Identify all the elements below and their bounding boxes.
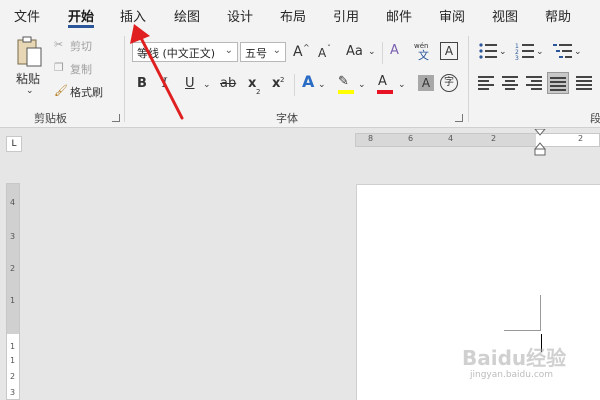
active-tab-indicator bbox=[68, 25, 94, 28]
font-launcher-icon[interactable] bbox=[455, 114, 463, 122]
chevron-down-icon: ⌄ bbox=[224, 45, 233, 56]
font-size-combo[interactable]: 五号 ⌄ bbox=[240, 42, 286, 62]
tab-view[interactable]: 视图 bbox=[492, 6, 518, 25]
bullets-icon[interactable] bbox=[478, 42, 498, 60]
cut-icon: ✂ bbox=[54, 38, 64, 51]
grow-font-button[interactable]: A bbox=[293, 44, 303, 60]
text-effects-button[interactable]: A bbox=[302, 74, 314, 90]
ruler-number: 2 bbox=[10, 264, 16, 273]
tab-references[interactable]: 引用 bbox=[333, 6, 359, 25]
font-size-value: 五号 bbox=[245, 47, 267, 60]
watermark-logo: Baidu经验 bbox=[462, 346, 567, 370]
tab-mailings[interactable]: 邮件 bbox=[386, 6, 412, 25]
chevron-down-icon: ⌄ bbox=[318, 80, 326, 90]
tab-layout[interactable]: 布局 bbox=[280, 6, 306, 25]
font-group-label: 字体 bbox=[276, 112, 298, 125]
font-name-value: 等线 (中文正文) bbox=[137, 47, 216, 60]
ruler-number: 2 bbox=[10, 372, 16, 381]
chevron-down-icon: ⌄ bbox=[203, 80, 211, 90]
ruler-number: 3 bbox=[10, 388, 16, 397]
font-subdivider bbox=[382, 42, 383, 64]
margin-corner-mark bbox=[504, 330, 541, 331]
ruler-number: 1 bbox=[10, 342, 16, 351]
cut-button[interactable]: 剪切 bbox=[70, 38, 92, 54]
tab-stop-selector[interactable]: L bbox=[6, 136, 22, 152]
highlight-color-swatch bbox=[338, 90, 354, 94]
ruler-number: 1 bbox=[10, 356, 16, 365]
format-painter-icon: 🖌 bbox=[54, 84, 68, 97]
justify-button[interactable] bbox=[547, 72, 569, 94]
chevron-down-icon: ⌄ bbox=[358, 80, 366, 90]
change-case-button[interactable]: Aa bbox=[346, 44, 363, 60]
numbering-icon[interactable]: 1 2 3 bbox=[515, 42, 535, 60]
font-color-button[interactable]: A bbox=[378, 74, 387, 90]
vertical-ruler[interactable]: 4 3 2 1 1 1 2 3 bbox=[6, 183, 20, 400]
watermark-url: jingyan.baidu.com bbox=[470, 370, 554, 380]
italic-button[interactable]: I bbox=[162, 76, 167, 92]
ruler-number: 2 bbox=[491, 134, 497, 143]
svg-text:3: 3 bbox=[515, 55, 519, 60]
superscript-mark: 2 bbox=[280, 76, 285, 84]
tab-home[interactable]: 开始 bbox=[68, 6, 94, 25]
font-subdivider bbox=[294, 74, 295, 96]
ruler-margin-area bbox=[356, 134, 536, 146]
ribbon: 粘贴 ⌄ ✂ 剪切 ❐ 复制 🖌 格式刷 剪贴板 等线 (中文正文) ⌄ 五号 … bbox=[0, 30, 600, 128]
paragraph-group-label: 段 bbox=[590, 112, 600, 125]
margin-corner-mark bbox=[540, 295, 541, 331]
tab-insert[interactable]: 插入 bbox=[120, 6, 146, 25]
align-left-icon[interactable] bbox=[478, 75, 496, 91]
ruler-number: 4 bbox=[10, 198, 16, 207]
distributed-icon[interactable] bbox=[576, 75, 594, 91]
chevron-down-icon: ⌄ bbox=[398, 80, 406, 90]
tab-help[interactable]: 帮助 bbox=[545, 6, 571, 25]
paste-dropdown-icon[interactable]: ⌄ bbox=[26, 86, 34, 96]
clipboard-group-label: 剪贴板 bbox=[34, 112, 67, 125]
phonetic-guide-button[interactable]: 文 bbox=[418, 48, 429, 64]
ruler-number: 1 bbox=[10, 296, 16, 305]
chevron-down-icon: ⌄ bbox=[499, 47, 507, 57]
ruler-number: 2 bbox=[578, 134, 584, 143]
ruler-number: 4 bbox=[448, 134, 454, 143]
horizontal-ruler[interactable]: 8 6 4 2 2 bbox=[355, 133, 600, 147]
chevron-down-icon: ⌄ bbox=[272, 45, 281, 56]
font-color-swatch bbox=[377, 90, 393, 94]
copy-button[interactable]: 复制 bbox=[70, 61, 92, 77]
character-shading-button[interactable]: A bbox=[418, 75, 434, 91]
strikethrough-button[interactable]: ab bbox=[220, 76, 236, 92]
group-divider bbox=[468, 36, 469, 122]
format-painter-button[interactable]: 格式刷 bbox=[70, 84, 103, 100]
ruler-number: 6 bbox=[408, 134, 414, 143]
multilevel-list-icon[interactable] bbox=[553, 42, 573, 60]
tab-review[interactable]: 审阅 bbox=[439, 6, 465, 25]
align-center-icon[interactable] bbox=[502, 75, 520, 91]
subscript-mark: 2 bbox=[256, 88, 261, 96]
copy-icon: ❐ bbox=[54, 61, 64, 74]
underline-button[interactable]: U bbox=[185, 76, 195, 92]
paste-icon[interactable] bbox=[16, 36, 44, 70]
align-right-icon[interactable] bbox=[526, 75, 544, 91]
highlight-button[interactable]: ✎ bbox=[338, 74, 349, 90]
character-border-button[interactable]: A bbox=[440, 42, 458, 60]
ruler-number: 8 bbox=[368, 134, 374, 143]
chevron-down-icon: ⌄ bbox=[574, 47, 582, 57]
paste-button[interactable]: 粘贴 bbox=[16, 70, 40, 87]
chevron-down-icon: ⌄ bbox=[368, 47, 376, 57]
chevron-down-icon: ⌄ bbox=[536, 47, 544, 57]
grow-font-caret-icon: ^ bbox=[303, 43, 310, 52]
ribbon-tab-bar: 文件 开始 插入 绘图 设计 布局 引用 邮件 审阅 视图 帮助 bbox=[0, 0, 600, 30]
tab-draw[interactable]: 绘图 bbox=[174, 6, 200, 25]
tab-file[interactable]: 文件 bbox=[14, 6, 40, 25]
shrink-font-caret-icon: ˇ bbox=[327, 44, 331, 53]
font-name-combo[interactable]: 等线 (中文正文) ⌄ bbox=[132, 42, 238, 62]
bold-button[interactable]: B bbox=[137, 76, 147, 92]
shrink-font-button[interactable]: A bbox=[318, 45, 326, 61]
ruler-number: 3 bbox=[10, 232, 16, 241]
indent-marker-icon[interactable] bbox=[533, 129, 547, 157]
clear-formatting-icon[interactable]: A bbox=[390, 43, 399, 59]
tab-design[interactable]: 设计 bbox=[227, 6, 253, 25]
clipboard-launcher-icon[interactable] bbox=[112, 114, 120, 122]
group-divider bbox=[124, 36, 125, 122]
enclose-characters-button[interactable]: 字 bbox=[440, 74, 458, 92]
justify-icon bbox=[550, 77, 566, 91]
